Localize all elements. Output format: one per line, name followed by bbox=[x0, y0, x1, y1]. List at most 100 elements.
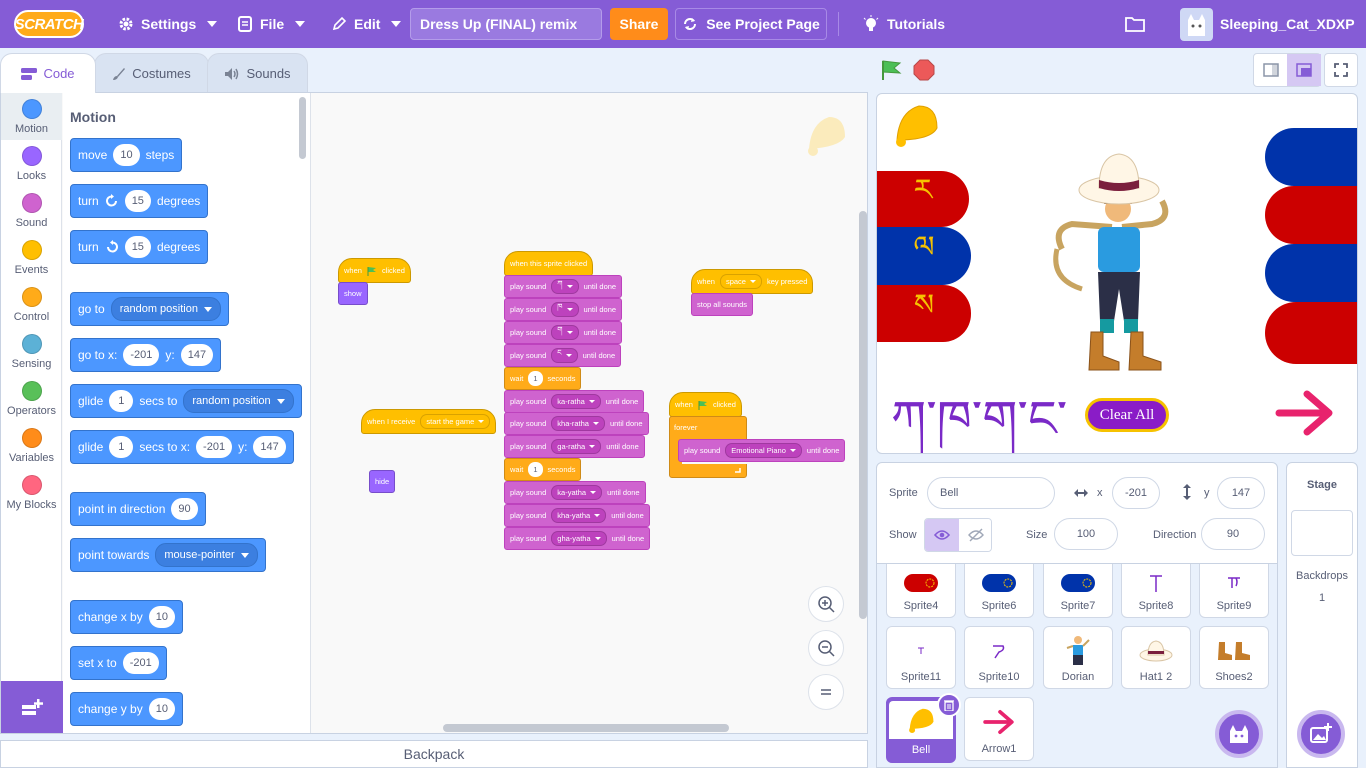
bell-sprite-icon[interactable] bbox=[889, 98, 943, 152]
my-stuff-button[interactable] bbox=[1124, 0, 1146, 48]
point-direction-block[interactable]: point in direction 90 bbox=[70, 492, 206, 526]
direction-input[interactable]: 90 bbox=[1201, 518, 1265, 550]
when-sprite-clicked-block[interactable]: when this sprite clicked bbox=[504, 251, 594, 276]
play-sound-block[interactable]: play sound ག until done bbox=[504, 321, 623, 344]
category-sensing[interactable]: Sensing bbox=[1, 328, 62, 375]
sprite-tile-sprite4[interactable]: Sprite4 bbox=[886, 564, 956, 618]
tab-sounds[interactable]: Sounds bbox=[207, 53, 308, 93]
wait-block[interactable]: wait 1 seconds bbox=[504, 458, 582, 481]
sound-dropdown[interactable]: kha-ratha bbox=[551, 416, 605, 431]
show-block[interactable]: show bbox=[338, 282, 368, 305]
category-control[interactable]: Control bbox=[1, 281, 62, 328]
sound-dropdown[interactable]: gha-yatha bbox=[551, 531, 607, 546]
y-input[interactable]: 147 bbox=[180, 344, 214, 366]
play-sound-block[interactable]: play sound ga-ratha until done bbox=[504, 435, 645, 458]
size-input[interactable]: 100 bbox=[1054, 518, 1118, 550]
turn-right-block[interactable]: turn 15 degrees bbox=[70, 184, 209, 218]
degrees-input[interactable]: 15 bbox=[124, 190, 151, 212]
y-position-input[interactable]: 147 bbox=[1217, 477, 1265, 509]
category-looks[interactable]: Looks bbox=[1, 140, 62, 187]
sound-dropdown[interactable]: kha-yatha bbox=[551, 508, 607, 523]
sound-dropdown[interactable]: ka-yatha bbox=[551, 485, 603, 500]
tab-costumes[interactable]: Costumes bbox=[94, 53, 209, 93]
x-position-input[interactable]: -201 bbox=[1112, 477, 1160, 509]
x-input[interactable]: -201 bbox=[122, 652, 159, 674]
right-tab-red-1[interactable] bbox=[1265, 186, 1357, 244]
go-to-xy-block[interactable]: go to x: -201 y: 147 bbox=[70, 338, 222, 372]
boots-sprite-icon[interactable] bbox=[1085, 330, 1169, 374]
large-stage-button[interactable] bbox=[1287, 54, 1321, 86]
play-sound-block[interactable]: play sound ka-yatha until done bbox=[504, 481, 646, 504]
zoom-in-button[interactable] bbox=[808, 586, 844, 622]
stage-canvas[interactable]: ར ལ ས ཀ་ཁ་ག་ང་ Clear All bbox=[876, 93, 1358, 454]
backpack[interactable]: Backpack bbox=[0, 740, 868, 768]
target-dropdown[interactable]: random position bbox=[183, 389, 294, 413]
stop-icon[interactable] bbox=[913, 59, 935, 81]
play-sound-block[interactable]: play sound ཁ until done bbox=[504, 298, 623, 321]
glide-xy-block[interactable]: glide 1 secs to x: -201 y: 147 bbox=[70, 430, 294, 464]
sound-dropdown[interactable]: ཀ bbox=[551, 279, 579, 294]
message-dropdown[interactable]: start the game bbox=[420, 414, 491, 429]
category-sound[interactable]: Sound bbox=[1, 187, 62, 234]
go-to-block[interactable]: go to random position bbox=[70, 292, 229, 326]
sound-dropdown[interactable]: ga-ratha bbox=[551, 439, 602, 454]
x-input[interactable]: -201 bbox=[123, 344, 160, 366]
sprite-tile-arrow1[interactable]: Arrow1 bbox=[964, 697, 1034, 761]
arrow-right-icon[interactable] bbox=[1275, 390, 1335, 436]
wait-block[interactable]: wait 1 seconds bbox=[504, 367, 582, 390]
small-stage-button[interactable] bbox=[1254, 54, 1287, 86]
share-button[interactable]: Share bbox=[610, 8, 668, 40]
stop-all-sounds-block[interactable]: stop all sounds bbox=[691, 293, 754, 316]
x-input[interactable]: -201 bbox=[196, 436, 233, 458]
category-operators[interactable]: Operators bbox=[1, 375, 62, 422]
show-sprite-button[interactable] bbox=[925, 519, 959, 551]
category-events[interactable]: Events bbox=[1, 234, 62, 281]
edit-menu[interactable]: Edit bbox=[331, 0, 402, 48]
degrees-input[interactable]: 15 bbox=[124, 236, 151, 258]
project-title-input[interactable]: Dress Up (FINAL) remix bbox=[410, 8, 602, 40]
see-project-page-button[interactable]: See Project Page bbox=[675, 8, 827, 40]
direction-input[interactable]: 90 bbox=[171, 498, 198, 520]
sprite-tile-sprite11[interactable]: Sprite11 bbox=[886, 626, 956, 689]
x-input[interactable]: 10 bbox=[148, 606, 175, 628]
palette-scrollbar[interactable] bbox=[299, 97, 306, 159]
add-backdrop-button[interactable] bbox=[1297, 710, 1345, 758]
right-tab-blue-2[interactable] bbox=[1265, 244, 1357, 302]
backdrop-thumbnail[interactable] bbox=[1291, 510, 1353, 556]
sound-dropdown[interactable]: ཁ bbox=[551, 302, 579, 317]
sprite-tile-sprite8[interactable]: Sprite8 bbox=[1121, 564, 1191, 618]
point-towards-block[interactable]: point towards mouse-pointer bbox=[70, 538, 266, 572]
target-dropdown[interactable]: mouse-pointer bbox=[155, 543, 258, 567]
category-variables[interactable]: Variables bbox=[1, 422, 62, 469]
change-y-block[interactable]: change y by 10 bbox=[70, 692, 183, 726]
account-menu[interactable]: Sleeping_Cat_XDXP bbox=[1220, 0, 1366, 48]
secs-input[interactable]: 1 bbox=[109, 436, 134, 458]
right-tab-blue-1[interactable] bbox=[1265, 128, 1357, 186]
tab-code[interactable]: Code bbox=[0, 53, 96, 93]
add-sprite-button[interactable] bbox=[1215, 710, 1263, 758]
turn-left-block[interactable]: turn 15 degrees bbox=[70, 230, 209, 264]
wait-seconds-input[interactable]: 1 bbox=[528, 371, 543, 386]
secs-input[interactable]: 1 bbox=[109, 390, 134, 412]
sprite-tile-sprite7[interactable]: Sprite7 bbox=[1043, 564, 1113, 618]
target-dropdown[interactable]: random position bbox=[110, 297, 221, 321]
play-sound-block[interactable]: play sound kha-ratha until done bbox=[504, 412, 649, 435]
category-my-blocks[interactable]: My Blocks bbox=[1, 469, 62, 516]
scratch-logo[interactable]: SCRATCH bbox=[14, 10, 84, 38]
script-workspace[interactable]: when clicked show when I receive start the… bbox=[313, 93, 867, 733]
sprite-tile-shoes2[interactable]: Shoes2 bbox=[1199, 626, 1269, 689]
tutorials-button[interactable]: Tutorials bbox=[862, 0, 945, 48]
delete-sprite-button[interactable] bbox=[937, 693, 961, 717]
sound-dropdown[interactable]: Emotional Piano bbox=[725, 443, 802, 458]
sprite-name-input[interactable]: Bell bbox=[927, 477, 1055, 509]
workspace-horizontal-scrollbar[interactable] bbox=[443, 724, 729, 732]
when-flag-clicked-block[interactable]: when clicked bbox=[338, 258, 411, 283]
category-motion[interactable]: Motion bbox=[1, 93, 62, 140]
add-extension-button[interactable] bbox=[1, 681, 63, 733]
play-sound-block[interactable]: play sound gha-yatha until done bbox=[504, 527, 651, 550]
avatar[interactable] bbox=[1180, 8, 1213, 41]
glide-random-block[interactable]: glide 1 secs to random position bbox=[70, 384, 302, 418]
move-block[interactable]: move 10 steps bbox=[70, 138, 183, 172]
hide-block[interactable]: hide bbox=[369, 470, 396, 493]
sound-dropdown[interactable]: ka-ratha bbox=[551, 394, 601, 409]
